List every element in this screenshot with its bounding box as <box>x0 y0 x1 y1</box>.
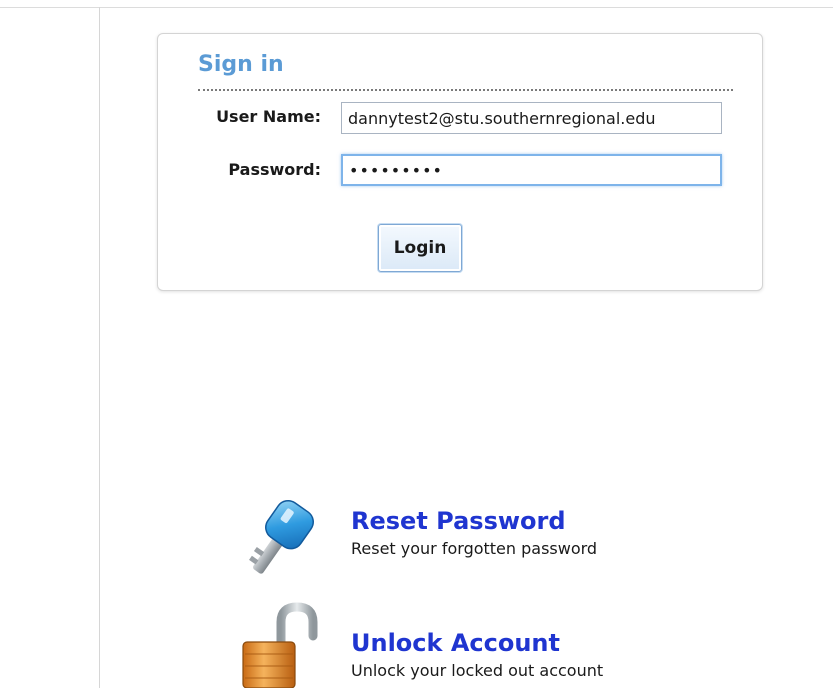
key-icon <box>249 499 314 574</box>
reset-password-description: Reset your forgotten password <box>351 539 598 558</box>
login-button[interactable]: Login <box>378 224 462 272</box>
signin-title: Sign in <box>198 52 284 77</box>
username-label: User Name: <box>216 107 321 126</box>
reset-password-link[interactable]: Reset Password <box>351 507 566 535</box>
password-label: Password: <box>228 160 321 179</box>
signin-title-divider <box>198 89 733 91</box>
open-padlock-icon <box>242 602 318 688</box>
left-divider <box>99 7 100 688</box>
password-input[interactable] <box>341 154 722 186</box>
unlock-account-link[interactable]: Unlock Account <box>351 629 560 657</box>
unlock-account-description: Unlock your locked out account <box>351 661 604 680</box>
top-divider <box>0 7 833 8</box>
signin-panel: Sign in User Name: Password: Login <box>157 33 763 291</box>
username-input[interactable] <box>341 102 722 134</box>
